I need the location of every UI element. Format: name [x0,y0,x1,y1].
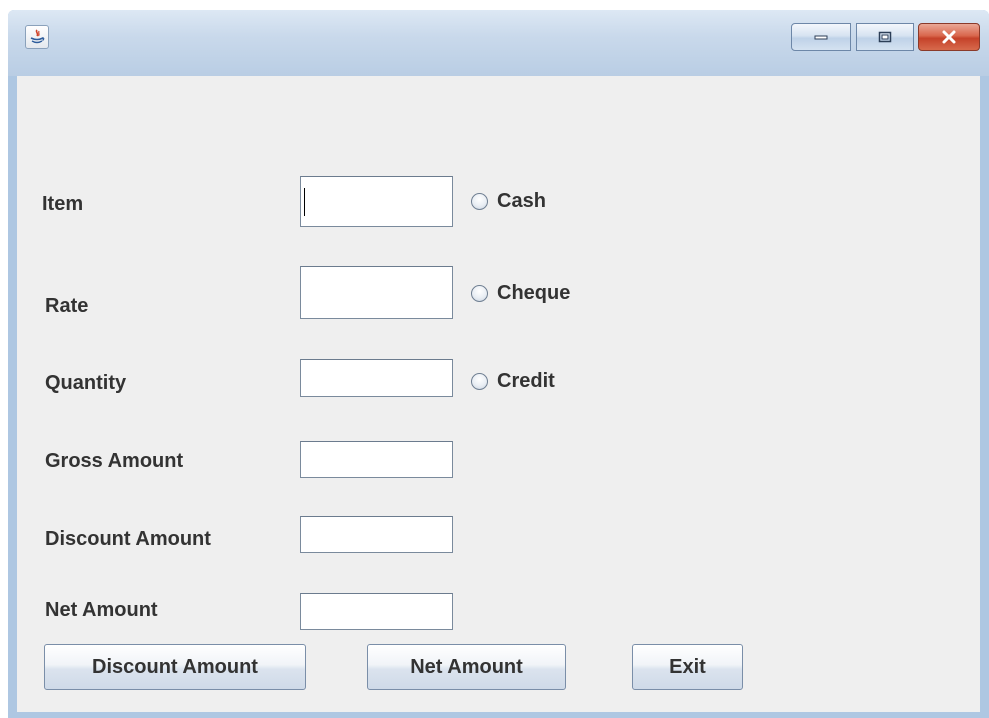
text-caret [304,188,305,216]
rate-label: Rate [45,295,89,317]
minimize-icon [814,35,828,40]
discount-amount-input[interactable] [300,516,453,553]
item-input[interactable] [300,176,453,227]
title-bar[interactable] [8,10,989,76]
cash-radio[interactable]: Cash [471,187,546,215]
app-window: Item Rate Quantity Gross Amount Discount… [8,10,989,718]
restore-icon [878,31,892,43]
net-amount-input[interactable] [300,593,453,630]
discount-amount-button[interactable]: Discount Amount [44,644,306,690]
radio-circle-icon[interactable] [471,372,488,390]
close-button[interactable] [918,23,980,51]
close-icon [942,30,956,44]
net-amount-button[interactable]: Net Amount [367,644,566,690]
form-panel: Item Rate Quantity Gross Amount Discount… [17,76,980,712]
discount-amount-label: Discount Amount [45,528,211,550]
quantity-label: Quantity [45,372,127,394]
credit-radio-label: Credit [497,370,555,392]
item-label: Item [42,193,84,215]
java-app-icon[interactable] [25,25,49,49]
minimize-button[interactable] [791,23,851,51]
maximize-button[interactable] [856,23,914,51]
exit-button[interactable]: Exit [632,644,743,690]
credit-radio[interactable]: Credit [471,367,555,395]
radio-circle-icon[interactable] [471,192,488,210]
cash-radio-label: Cash [497,190,546,212]
cheque-radio[interactable]: Cheque [471,279,570,307]
rate-input[interactable] [300,266,453,319]
radio-circle-icon[interactable] [471,284,488,302]
quantity-input[interactable] [300,359,453,397]
net-amount-label: Net Amount [45,599,158,621]
gross-amount-input[interactable] [300,441,453,478]
cheque-radio-label: Cheque [497,282,571,304]
gross-amount-label: Gross Amount [45,450,184,472]
